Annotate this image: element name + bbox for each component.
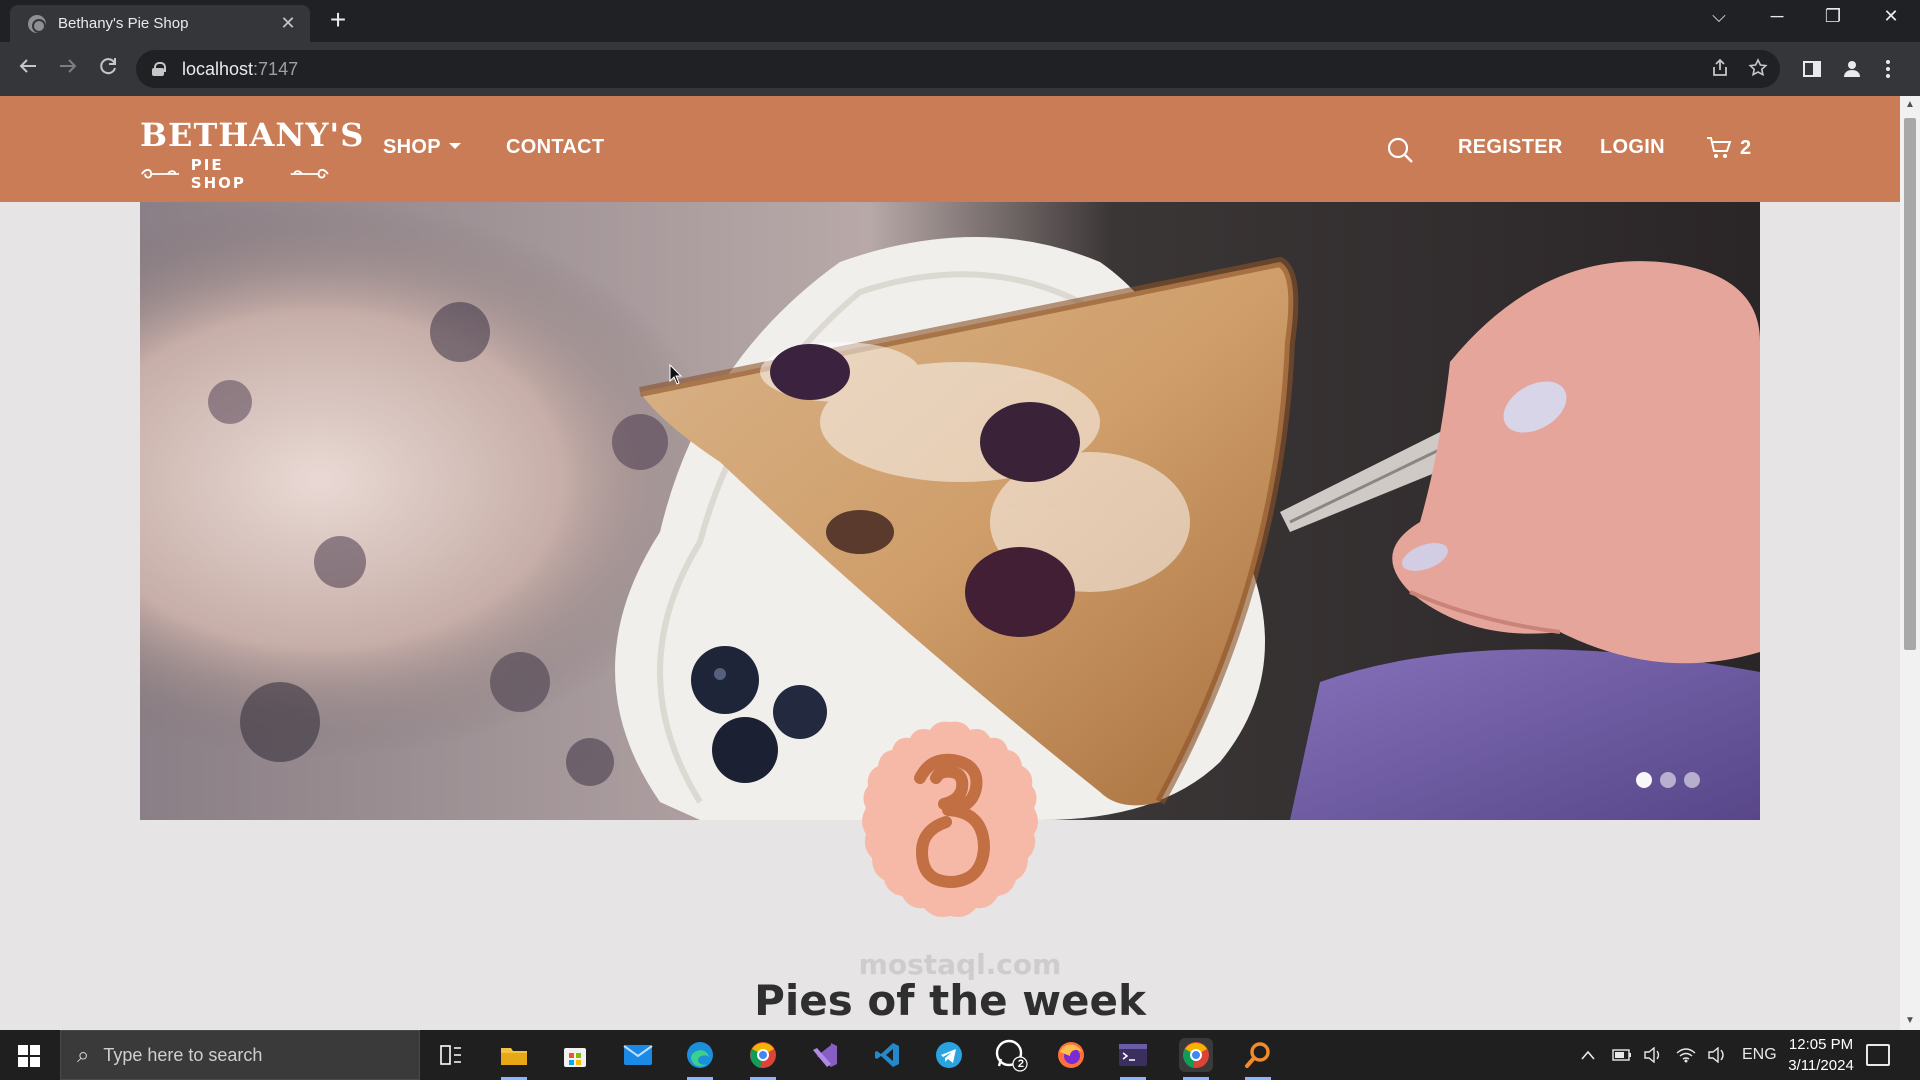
globe-icon [28, 14, 46, 33]
share-icon[interactable] [1710, 58, 1730, 78]
taskbar-clock[interactable]: 12:05 PM 3/11/2024 [1766, 1034, 1876, 1076]
edge-browser-icon[interactable] [683, 1038, 717, 1080]
vs-code-icon[interactable] [870, 1038, 904, 1072]
windows-start-icon[interactable] [18, 1045, 40, 1067]
arrow-right-icon [60, 59, 77, 73]
chevron-up-icon[interactable] [1580, 1049, 1596, 1061]
shopping-cart-link[interactable]: 2 [1706, 136, 1751, 160]
back-button[interactable] [14, 55, 42, 83]
caret-down-icon [448, 142, 461, 149]
nav-register-link[interactable]: REGISTER [1458, 136, 1563, 159]
carousel-indicators [1636, 772, 1700, 788]
scrollbar-thumb[interactable] [1904, 118, 1916, 650]
restore-button[interactable]: ❐ [1818, 6, 1848, 27]
search-icon: ⌕ [77, 1042, 90, 1067]
clock-date: 3/11/2024 [1788, 1057, 1854, 1074]
search-app-icon[interactable] [1241, 1038, 1275, 1080]
menu-dots-icon[interactable] [1884, 59, 1892, 79]
minimize-button[interactable]: ─ [1762, 6, 1792, 27]
chrome-profile-icon[interactable] [746, 1038, 780, 1080]
tab-search-button[interactable]: ⌵ [1704, 6, 1734, 27]
nav-shop-dropdown[interactable]: SHOP [383, 136, 461, 159]
address-bar[interactable]: localhost:7147 [136, 50, 1780, 88]
wifi-icon[interactable] [1676, 1047, 1696, 1063]
url-port: :7147 [253, 58, 299, 79]
cart-count: 2 [1740, 136, 1752, 159]
windows-taskbar: ⌕ Type here to search 2 ENG 12:05 PM 3/1… [0, 1030, 1920, 1080]
browser-tab[interactable]: Bethany's Pie Shop ✕ [10, 5, 310, 42]
logo-subtitle: PIE SHOP [190, 156, 246, 192]
cart-icon [1707, 137, 1732, 158]
new-tab-button[interactable]: + [324, 6, 352, 35]
notification-center-icon[interactable] [1866, 1044, 1890, 1066]
browser-titlebar: Bethany's Pie Shop ✕ + ⌵ ─ ❐ ✕ [0, 0, 1920, 42]
profile-icon[interactable] [1842, 59, 1862, 79]
forward-button[interactable] [54, 55, 82, 83]
carousel-dot[interactable] [1660, 772, 1676, 788]
close-window-button[interactable]: ✕ [1876, 6, 1906, 27]
page-scrollbar[interactable]: ▲ ▼ [1900, 96, 1920, 1030]
task-view-icon[interactable] [434, 1038, 468, 1072]
volume-icon[interactable] [1708, 1047, 1726, 1063]
arrow-left-icon [19, 59, 36, 73]
file-explorer-icon[interactable] [497, 1038, 531, 1080]
taskbar-search-placeholder: Type here to search [103, 1044, 263, 1065]
site-logo[interactable]: BETHANY'S PIE SHOP [140, 116, 365, 192]
carousel-dot[interactable] [1684, 772, 1700, 788]
taskbar-search-box[interactable]: ⌕ Type here to search [60, 1030, 420, 1080]
nav-login-link[interactable]: LOGIN [1600, 136, 1665, 159]
swirl-ornament-icon [141, 168, 180, 179]
clock-time: 12:05 PM [1788, 1036, 1854, 1053]
page-viewport: BETHANY'S PIE SHOP SHOP CONTACT REGISTER… [0, 96, 1900, 1030]
system-tray: ENG [1580, 1030, 1777, 1080]
url-host: localhost [182, 58, 254, 79]
firefox-icon[interactable] [1054, 1038, 1088, 1072]
search-icon[interactable] [1386, 136, 1414, 164]
lock-icon [152, 62, 166, 76]
nav-shop-label: SHOP [383, 136, 441, 158]
carousel-dot[interactable] [1636, 772, 1652, 788]
reload-button[interactable] [94, 55, 122, 83]
whatsapp-badge: 2 [1017, 1058, 1024, 1070]
mail-icon[interactable] [621, 1038, 655, 1072]
battery-icon[interactable] [1612, 1048, 1632, 1062]
side-panel-icon[interactable] [1802, 59, 1822, 79]
whatsapp-icon[interactable]: 2 [994, 1038, 1028, 1072]
logo-subtitle-row: PIE SHOP [140, 156, 330, 192]
bookmark-star-icon[interactable] [1748, 58, 1768, 78]
scroll-up-icon[interactable]: ▲ [1900, 96, 1920, 114]
terminal-icon[interactable] [1116, 1038, 1150, 1080]
telegram-icon[interactable] [932, 1038, 966, 1072]
site-header: BETHANY'S PIE SHOP SHOP CONTACT REGISTER… [0, 96, 1900, 202]
browser-toolbar: localhost:7147 [0, 42, 1920, 96]
visual-studio-icon[interactable] [808, 1038, 842, 1072]
logo-title: BETHANY'S [140, 116, 365, 154]
reload-icon [100, 58, 116, 75]
nav-contact-link[interactable]: CONTACT [506, 136, 604, 159]
speaker-small-icon[interactable] [1644, 1047, 1662, 1063]
bethany-b-badge-icon [862, 721, 1038, 917]
tab-title: Bethany's Pie Shop [58, 15, 189, 32]
microsoft-store-icon[interactable] [558, 1038, 592, 1072]
swirl-ornament-icon [290, 168, 329, 179]
tab-close-button[interactable]: ✕ [278, 13, 298, 34]
scroll-down-icon[interactable]: ▼ [1900, 1012, 1920, 1030]
chrome-icon[interactable] [1179, 1038, 1213, 1080]
section-title: Pies of the week [754, 976, 1146, 1025]
mouse-cursor-icon [669, 364, 683, 385]
